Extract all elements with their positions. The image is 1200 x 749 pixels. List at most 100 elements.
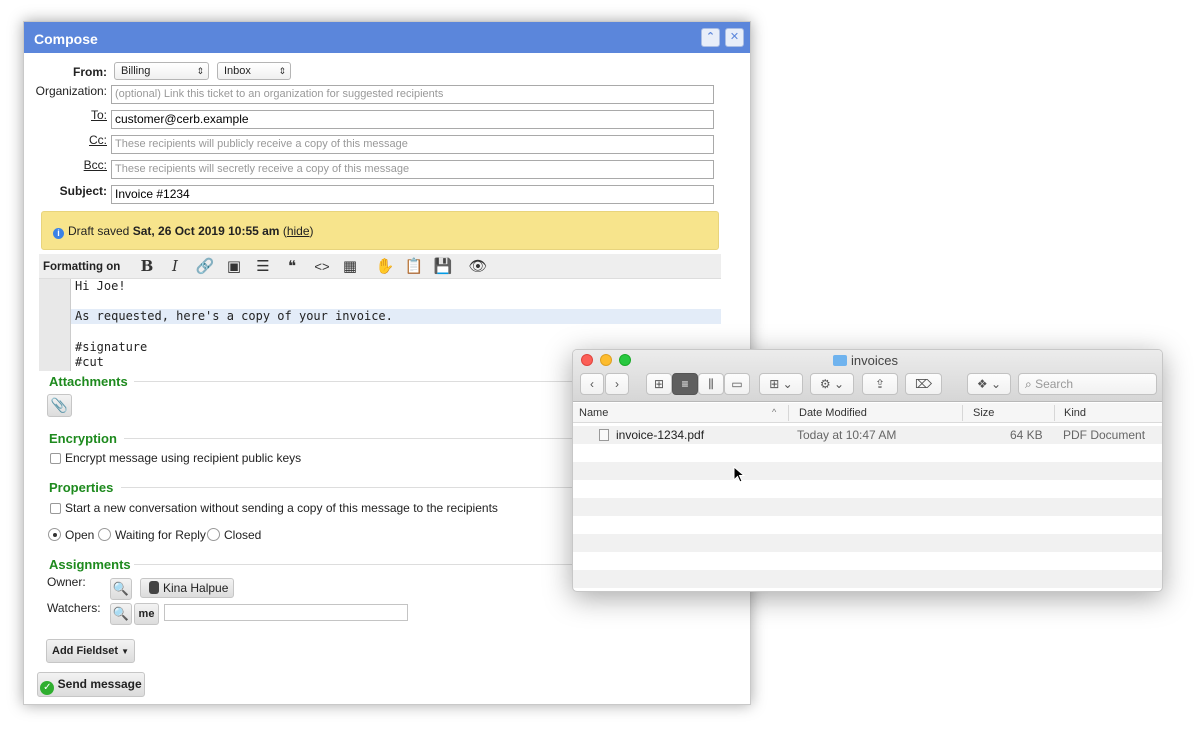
send-message-label: Send message [57,677,142,691]
pdf-file-icon [599,429,609,441]
section-divider [124,438,574,439]
watchers-me-button[interactable]: me [134,603,159,625]
clipboard-icon[interactable]: 📋 [404,257,424,276]
formatting-toggle[interactable]: Formatting on [43,261,120,273]
subject-label: Subject: [59,184,107,198]
italic-icon[interactable]: I [165,257,185,276]
status-open-label: Open [65,528,95,542]
cc-label[interactable]: Cc: [24,133,107,147]
finder-title-text: invoices [851,353,898,368]
encrypt-checkbox[interactable] [50,453,61,464]
image-icon[interactable]: ▣ [224,257,244,276]
action-button[interactable]: ⚙ ⌄ [810,373,854,395]
back-button[interactable]: ‹ [580,373,604,395]
cc-input[interactable]: These recipients will publicly receive a… [111,135,714,154]
caret-down-icon: ▼ [121,647,129,656]
tags-button[interactable]: ⌦ [905,373,942,395]
owner-label: Owner: [47,575,86,589]
watchers-input[interactable] [164,604,408,621]
bcc-input[interactable]: These recipients will secretly receive a… [111,160,714,179]
minimize-window-button[interactable] [600,354,612,366]
link-icon[interactable]: 🔗 [195,257,215,276]
status-waiting-label: Waiting for Reply [115,528,206,542]
chevron-right-icon: › [615,377,619,391]
close-window-button[interactable] [581,354,593,366]
grid-icon: ⊞ [653,377,665,391]
draft-prefix: Draft saved [68,224,130,238]
status-closed-radio[interactable] [207,528,220,541]
file-row[interactable]: invoice-1234.pdf Today at 10:47 AM 64 KB… [573,426,1162,444]
folder-icon [833,355,847,366]
save-draft-icon[interactable]: 💾 [433,257,453,276]
bold-icon[interactable]: B [137,257,157,276]
dropbox-button[interactable]: ❖ ⌄ [967,373,1011,395]
editor-line: #signature [75,340,148,354]
chevron-left-icon: ‹ [590,377,594,391]
encrypt-label: Encrypt message using recipient public k… [65,451,302,465]
zoom-window-button[interactable] [619,354,631,366]
column-size[interactable]: Size [973,407,994,419]
status-waiting-radio[interactable] [98,528,111,541]
new-conversation-checkbox[interactable] [50,503,61,514]
status-open-radio[interactable] [48,528,61,541]
section-divider [134,564,574,565]
organization-label: Organization: [35,84,107,98]
search-icon: 🔍 [112,581,130,596]
empty-row [573,552,1162,570]
column-divider [962,405,963,421]
forward-button[interactable]: › [605,373,629,395]
list-view-button[interactable]: ≡ [672,373,698,395]
icon-view-button[interactable]: ⊞ [646,373,672,395]
empty-row [573,534,1162,552]
select-arrows-icon: ⇕ [196,66,204,76]
organization-input[interactable]: (optional) Link this ticket to an organi… [111,85,714,104]
column-view-button[interactable]: ⫼ [698,373,724,395]
gallery-icon: ▭ [731,377,743,391]
close-icon: ✕ [729,31,740,43]
owner-chip[interactable]: Kina Halpue [140,578,234,598]
send-message-button[interactable]: ✓ Send message [37,672,145,697]
mouse-cursor-icon [733,466,745,483]
subject-input[interactable]: Invoice #1234 [111,185,714,204]
code-icon[interactable]: <> [312,257,332,276]
file-name: invoice-1234.pdf [616,428,705,442]
tag-icon: ⌦ [915,377,932,391]
file-size: 64 KB [1010,428,1043,442]
column-divider [788,405,789,421]
close-button[interactable]: ✕ [725,28,744,47]
from-select[interactable]: Billing ⇕ [114,62,209,80]
avatar [149,581,159,594]
list-icon[interactable]: ☰ [253,257,273,276]
watchers-label: Watchers: [47,601,101,615]
attach-button[interactable]: 📎 [47,394,72,417]
hide-link[interactable]: hide [287,224,310,238]
gallery-view-button[interactable]: ▭ [724,373,750,395]
column-date-modified[interactable]: Date Modified [799,407,867,419]
column-kind[interactable]: Kind [1064,407,1086,419]
new-conversation-label: Start a new conversation without sending… [65,501,498,515]
share-button[interactable]: ⇪ [862,373,898,395]
group-button[interactable]: ⊞ ⌄ [759,373,803,395]
column-name[interactable]: Name [579,407,608,419]
quote-icon[interactable]: ❝ [282,257,302,276]
editor-line: As requested, here's a copy of your invo… [75,309,393,323]
preview-eye-icon[interactable]: 👁 [468,257,488,276]
add-fieldset-button[interactable]: Add Fieldset ▼ [46,639,135,663]
chevron-up-icon: ⌃ [705,31,716,43]
owner-search-button[interactable]: 🔍 [110,578,132,600]
bcc-label[interactable]: Bcc: [24,158,107,172]
snippets-icon[interactable]: ✋ [375,257,395,276]
to-label[interactable]: To: [24,108,107,122]
bucket-select[interactable]: Inbox ⇕ [217,62,291,80]
collapse-button[interactable]: ⌃ [701,28,720,47]
file-modified: Today at 10:47 AM [797,428,897,442]
to-input[interactable]: customer@cerb.example [111,110,714,129]
dropbox-icon: ❖ ⌄ [976,377,1002,391]
paperclip-icon: 📎 [50,397,69,413]
empty-row [573,480,1162,498]
watchers-search-button[interactable]: 🔍 [110,603,132,625]
list-icon: ≡ [681,377,689,391]
status-closed-label: Closed [224,528,262,542]
table-icon[interactable]: ▦ [340,257,360,276]
search-field[interactable]: ⌕ Search [1018,373,1157,395]
